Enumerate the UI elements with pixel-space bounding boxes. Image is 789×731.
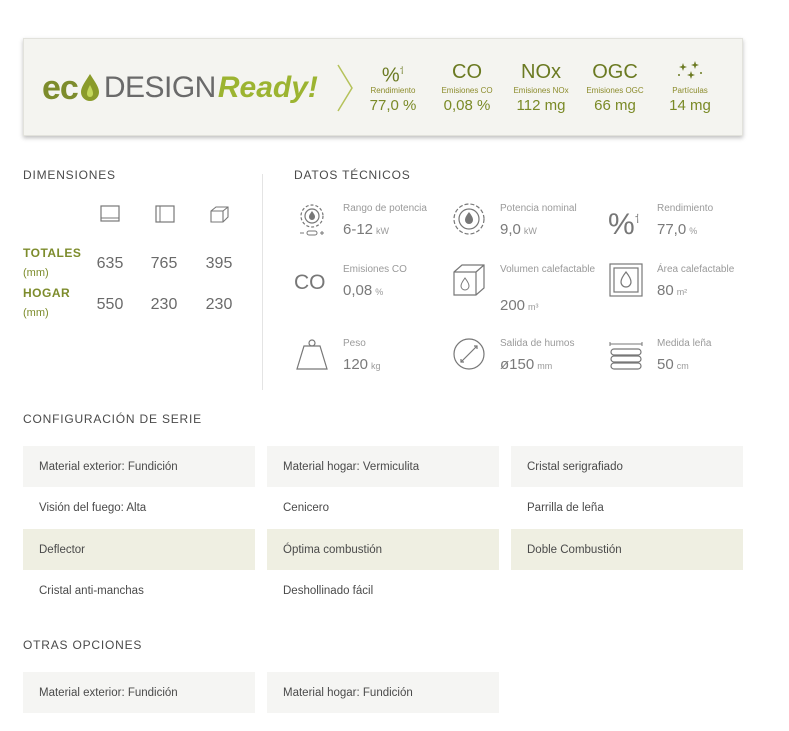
config-title: CONFIGURACIÓN DE SERIE [23,412,202,426]
volume-icon [453,264,485,296]
tech-value: 50 cm [657,356,689,373]
sparkle-icon [654,59,726,85]
tech-volume: Volumen calefactable 200 m³ [451,262,601,322]
dim-hogar-width: 550 [96,296,124,313]
eco-metric-value: 66 mg [594,97,636,114]
nominal-power-icon [453,203,485,235]
logo-design-text: DESIGN [103,71,217,104]
percent-icon: %⸶ [381,64,405,87]
co-symbol: CO [452,61,482,83]
tech-value: 6-12 kW [343,221,390,238]
ecodesign-banner: ec DESIGN Ready! %⸶ Rendimiento 77,0 % C… [23,38,743,136]
eco-metric-label: Emisiones OGC [586,86,644,95]
dimensions-title: DIMENSIONES [23,168,116,182]
dim-hogar-unit: (mm) [23,307,49,319]
tech-weight: Peso 120 kg [294,336,444,396]
cube-icon [210,206,229,223]
config-item: Deflector [23,529,255,570]
logo-ready-text: Ready! [217,71,318,104]
tech-label: Rendimiento [657,203,714,214]
eco-metric-value: 77,0 % [369,97,417,114]
tech-nominal-power: Potencia nominal 9,0 kW [451,201,601,261]
tech-label: Rango de potencia [343,203,427,214]
eco-metric-value: 14 mg [669,97,711,114]
technical-title: DATOS TÉCNICOS [294,168,411,182]
eco-metric-label: Emisiones CO [441,86,493,95]
section-divider [262,174,263,390]
dim-hogar-height: 230 [150,296,178,313]
config-item: Parrilla de leña [511,487,743,528]
efficiency-icon: %⸶ [608,208,640,241]
config-item: Material hogar: Vermiculita [267,446,499,487]
dim-totales-width: 635 [96,255,124,272]
tech-value: ø150 mm [500,356,553,373]
nox-symbol: NOx [521,61,561,83]
tech-value: 120 kg [343,356,381,373]
tech-label: Área calefactable [657,264,735,275]
config-item: Doble Combustión [511,529,743,570]
tech-power-range: Rango de potencia 6-12 kW [294,201,444,261]
tech-label: Volumen calefactable [500,264,596,275]
area-icon [609,263,643,297]
config-item: Deshollinado fácil [267,570,499,611]
eco-metric-co: CO Emisiones CO 0,08 % [431,59,503,114]
tech-label: Emisiones CO [343,264,407,275]
tech-firewood: Medida leña 50 cm [608,336,758,396]
tech-value: 77,0% [657,221,698,238]
tech-value: 80 m² [657,282,688,299]
logo-drop-icon [79,73,101,103]
eco-metric-label: Rendimiento [370,86,416,95]
tech-value: 0,08% [343,282,384,299]
config-item: Cenicero [267,487,499,528]
tech-label: Potencia nominal [500,203,577,214]
co-icon: CO [294,271,326,294]
dim-hogar-label: HOGAR [23,286,71,300]
weight-icon [296,339,328,370]
config-item: Visión del fuego: Alta [23,487,255,528]
chevron-right-icon [337,64,353,112]
dim-totales-depth: 395 [205,255,233,272]
dim-hogar-depth: 230 [205,296,233,313]
tech-value: 9,0 kW [500,221,537,238]
dim-totales-label: TOTALES [23,246,82,260]
eco-metric-label: Partículas [672,86,708,95]
eco-metric-label: Emisiones NOx [513,86,569,95]
option-item: Material hogar: Fundición [267,672,499,713]
options-title: OTRAS OPCIONES [23,638,143,652]
eco-metric-particulas: Partículas 14 mg [654,59,726,114]
front-view-icon [100,205,120,222]
smoke-outlet-icon [453,338,485,370]
tech-smoke-outlet: Salida de humos ø150 mm [451,336,601,396]
eco-metric-rendimiento: %⸶ Rendimiento 77,0 % [357,59,429,114]
tech-co-emissions: CO Emisiones CO 0,08% [294,262,444,322]
eco-metric-nox: NOx Emisiones NOx 112 mg [505,59,577,114]
firewood-icon [609,342,643,370]
dim-totales-unit: (mm) [23,267,49,279]
eco-metric-ogc: OGC Emisiones OGC 66 mg [579,59,651,114]
eco-metric-value: 112 mg [516,97,566,114]
dim-totales-height: 765 [150,255,178,272]
config-item: Óptima combustión [267,529,499,570]
tech-label: Salida de humos [500,338,575,349]
tech-label: Peso [343,338,366,349]
logo-eco-text: ec [42,68,79,107]
side-view-icon [155,205,175,223]
tech-efficiency: %⸶ Rendimiento 77,0% [608,201,758,261]
option-item: Material exterior: Fundición [23,672,255,713]
power-range-icon [300,204,324,236]
tech-value: 200 m³ [500,297,539,314]
eco-metric-value: 0,08 % [443,97,491,114]
ecodesign-logo: ec DESIGN Ready! [42,66,318,110]
tech-area: Área calefactable 80 m² [608,262,758,322]
tech-label: Medida leña [657,338,712,349]
ogc-symbol: OGC [592,61,638,83]
config-item: Cristal anti-manchas [23,570,255,611]
config-item: Material exterior: Fundición [23,446,255,487]
config-item: Cristal serigrafiado [511,446,743,487]
